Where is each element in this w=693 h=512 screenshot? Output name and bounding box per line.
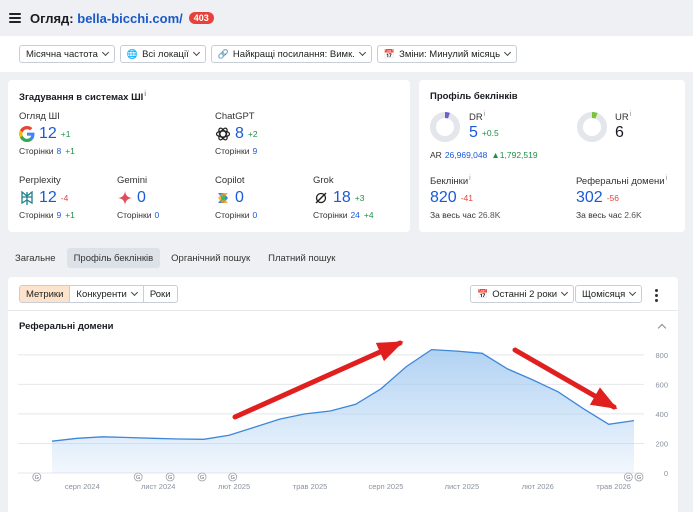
more-options-icon[interactable]	[655, 289, 658, 302]
chevron-down-icon	[561, 288, 569, 297]
annotation-marker-label: G	[231, 475, 235, 481]
ur-donut-chart	[577, 112, 607, 142]
x-tick-label: серп 2024	[65, 482, 100, 491]
copilot-icon	[218, 193, 228, 203]
x-tick-label: лют 2026	[522, 482, 554, 491]
annotation-marker-label: G	[637, 475, 641, 481]
info-icon[interactable]: i	[666, 175, 668, 182]
x-tick-label: лист 2025	[445, 482, 480, 491]
perplexity-metric[interactable]: Perplexity 12 -4 Сторінки 9 +1	[19, 175, 75, 220]
referring-domains-chart: 0 200 400 600 800 G G G G G G Gсерп 2024 лист 2024 лю…	[18, 340, 668, 491]
x-tick-label: трав 2026	[596, 482, 631, 491]
competitors-toggle[interactable]: Конкуренти	[70, 286, 144, 302]
x-tick-label: лют 2025	[218, 482, 250, 491]
domain-link[interactable]: bella-bicchi.com/	[77, 11, 182, 26]
gemini-metric[interactable]: Gemini 0 Сторінки 0	[117, 175, 159, 220]
chart-card: Метрики Конкуренти Роки 📅 Останні 2 роки…	[8, 277, 678, 512]
chart-title: Реферальні домени	[19, 321, 114, 332]
grok-icon	[315, 192, 327, 204]
ai-mentions-title: Згадування в системах ШІi	[19, 91, 147, 104]
chart-mode-switch: Метрики Конкуренти Роки	[19, 285, 178, 303]
annotation-marker-label: G	[200, 475, 204, 481]
changes-filter-button[interactable]: 📅 Зміни: Минулий місяць	[376, 45, 518, 63]
location-filter-button[interactable]: 🌐 Всі локації	[119, 45, 206, 63]
annotation-marker-label: G	[626, 475, 630, 481]
status-badge: 403	[188, 12, 214, 24]
chevron-down-icon	[192, 48, 200, 57]
ai-mentions-card: Згадування в системах ШІi Огляд ШІ 12 +1 …	[8, 80, 410, 232]
years-toggle[interactable]: Роки	[144, 286, 177, 302]
chevron-down-icon	[503, 48, 512, 57]
backlink-profile-title: Профіль беклінків	[430, 91, 518, 102]
chevron-down-icon	[101, 48, 109, 57]
y-tick-label: 800	[655, 351, 668, 360]
y-tick-label: 400	[655, 410, 668, 419]
perplexity-icon	[21, 190, 33, 205]
link-icon: 🔗	[217, 48, 229, 59]
report-tabs: Загальне Профіль беклінків Органічний по…	[8, 248, 342, 268]
backlinks-metric[interactable]: Беклінкиi 820 -41 За весь час 26.8K	[430, 175, 500, 220]
x-tick-label: серп 2025	[368, 482, 403, 491]
calendar-icon: 📅	[477, 288, 489, 299]
chatgpt-metric[interactable]: ChatGPT 8 +2 Сторінки 9	[215, 111, 258, 156]
ar-metric[interactable]: AR 26,969,048 ▲1,792,519	[430, 150, 538, 160]
dr-donut-chart	[430, 112, 460, 142]
annotation-marker-label: G	[35, 475, 39, 481]
google-icon	[19, 126, 35, 142]
annotation-arrow-up-head	[375, 341, 404, 362]
calendar-icon: 📅	[383, 48, 396, 59]
page-title: Огляд: bella-bicchi.com/	[30, 10, 183, 26]
x-tick-label: лист 2024	[141, 482, 176, 491]
hamburger-menu-icon[interactable]	[9, 13, 21, 23]
annotation-marker-label: G	[168, 475, 172, 481]
metrics-toggle[interactable]: Метрики	[20, 286, 71, 302]
gemini-icon	[118, 191, 132, 205]
annotation-marker-label: G	[136, 475, 140, 481]
copilot-metric[interactable]: Copilot 0 Сторінки 0	[215, 175, 257, 220]
info-icon[interactable]: i	[484, 111, 486, 118]
y-tick-label: 0	[664, 469, 668, 478]
referring-domains-metric[interactable]: Реферальні домениi 302 -56 За весь час 2.…	[576, 175, 667, 220]
filter-bar: Місячна частота 🌐 Всі локації 🔗 Найкращі…	[0, 36, 693, 72]
x-tick-label: трав 2025	[293, 482, 328, 491]
chevron-down-icon	[358, 48, 366, 57]
tab-backlink-profile[interactable]: Профіль беклінків	[66, 248, 161, 268]
y-tick-label: 200	[655, 439, 668, 448]
info-icon[interactable]: i	[630, 111, 632, 118]
backlink-profile-card: Профіль беклінків DRi 5 +0.5 AR 26,969,048…	[419, 80, 685, 232]
ur-metric[interactable]: URi 6	[615, 111, 631, 142]
tab-organic-search[interactable]: Органічний пошук	[164, 248, 257, 268]
ai-overview-metric[interactable]: Огляд ШІ 12 +1 Сторінки 8 +1	[19, 111, 75, 156]
divider	[8, 310, 678, 311]
interval-select[interactable]: Щомісяця	[575, 285, 643, 303]
tab-paid-search[interactable]: Платний пошук	[261, 248, 342, 268]
chevron-down-icon	[629, 288, 637, 297]
info-icon[interactable]: i	[144, 91, 146, 98]
collapse-chevron-icon[interactable]	[657, 323, 667, 333]
info-icon[interactable]: i	[469, 175, 471, 182]
tab-overview[interactable]: Загальне	[8, 248, 63, 268]
globe-icon: 🌐	[126, 48, 139, 59]
y-tick-label: 600	[655, 380, 668, 389]
annotation-arrow-down-head	[589, 387, 618, 409]
period-select[interactable]: 📅 Останні 2 роки	[470, 285, 575, 303]
grok-metric[interactable]: Grok 18 +3 Сторінки 24 +4	[313, 175, 374, 220]
dr-metric[interactable]: DRi 5 +0.5	[469, 111, 499, 142]
chatgpt-icon	[215, 127, 231, 141]
best-links-filter-button[interactable]: 🔗 Найкращі посилання: Вимк.	[210, 45, 372, 63]
frequency-filter-button[interactable]: Місячна частота	[19, 45, 115, 63]
chevron-down-icon	[130, 288, 138, 297]
page-header: Огляд: bella-bicchi.com/ 403	[0, 0, 693, 36]
